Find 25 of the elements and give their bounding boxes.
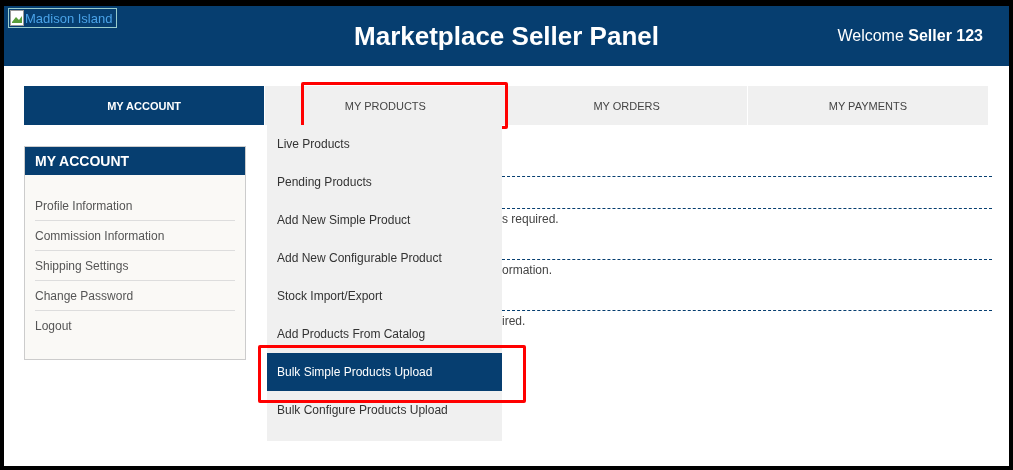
- broken-logo-image[interactable]: Madison Island: [8, 8, 118, 28]
- menu-item[interactable]: Add New Simple Product: [267, 201, 502, 239]
- sidebar-link[interactable]: Change Password: [35, 281, 235, 311]
- broken-image-icon: [10, 10, 24, 26]
- content-text: ired.: [502, 313, 527, 330]
- sidebar-title: MY ACCOUNT: [25, 147, 245, 175]
- content-text: s required.: [502, 211, 560, 228]
- panel-title: Marketplace Seller Panel: [353, 20, 660, 52]
- menu-item[interactable]: Add Products From Catalog: [267, 315, 502, 353]
- sidebar-link[interactable]: Logout: [35, 311, 235, 340]
- menu-item[interactable]: Add New Configurable Product: [267, 239, 502, 277]
- nav-tab[interactable]: MY ACCOUNT: [24, 86, 265, 125]
- nav-tab[interactable]: MY PAYMENTS: [747, 86, 988, 125]
- menu-item[interactable]: Bulk Configure Products Upload: [267, 391, 502, 429]
- menu-item[interactable]: Bulk Simple Products Upload: [267, 353, 502, 391]
- sidebar-link[interactable]: Shipping Settings: [35, 251, 235, 281]
- nav-tab[interactable]: MY ORDERS: [506, 86, 747, 125]
- menu-item[interactable]: Stock Import/Export: [267, 277, 502, 315]
- sidebar-link[interactable]: Profile Information: [35, 191, 235, 221]
- menu-item[interactable]: Pending Products: [267, 163, 502, 201]
- nav-tab[interactable]: MY PRODUCTS: [265, 86, 506, 125]
- sidebar-link[interactable]: Commission Information: [35, 221, 235, 251]
- menu-item[interactable]: Live Products: [267, 125, 502, 163]
- content-text: ormation.: [502, 262, 554, 279]
- welcome-text: Welcome Seller 123: [836, 27, 984, 45]
